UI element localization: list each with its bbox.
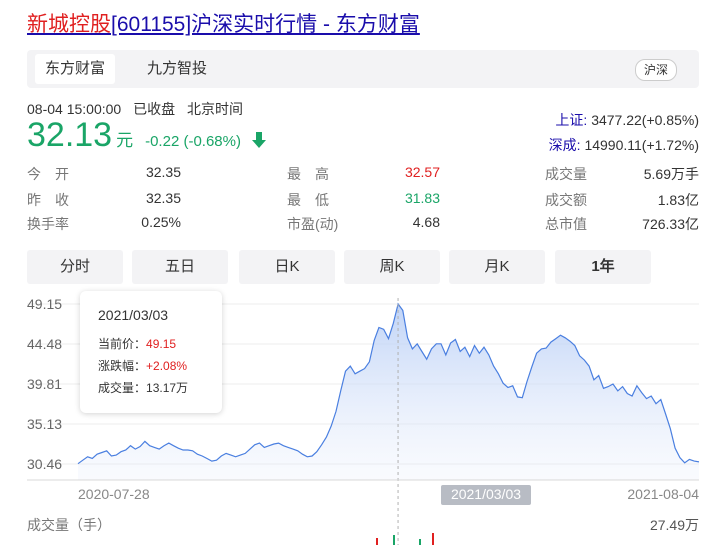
stat-pe-label: 市盈(动) [287,216,339,232]
tooltip-vol-row: 成交量：13.17万 [98,379,188,396]
stat-amount: 成交额 1.83亿 [545,190,699,208]
title-rest: [601155]沪深实时行情 - 东方财富 [111,13,420,36]
tooltip-price-row: 当前价：49.15 [98,335,176,352]
chart-tooltip: 2021/03/03 当前价：49.15 涨跌幅：+2.08% 成交量：13.1… [80,291,222,413]
index-shenzhen-value: 14990.11(+1.72%) [584,137,699,153]
stat-open-label: 今 开 [27,166,69,182]
y-tick-label: 39.81 [27,376,62,392]
stat-prev-close: 昨 收 32.35 [27,190,181,208]
x-tick-end: 2021-08-04 [627,486,699,502]
index-shanghai-value: 3477.22(+0.85%) [591,112,699,128]
y-tick-label: 35.13 [27,416,62,432]
y-tick-label: 49.15 [27,296,62,312]
stat-market-cap-value: 726.33亿 [642,216,699,232]
stat-market-cap: 总市值 726.33亿 [545,214,699,232]
stock-name: 新城控股 [27,13,111,36]
tooltip-date: 2021/03/03 [98,307,169,323]
x-tick-hover: 2021/03/03 [451,486,521,502]
tab-one-year[interactable]: 1年 [555,250,651,284]
tab-eastmoney[interactable]: 东方财富 [35,54,116,84]
down-arrow-icon [251,131,267,154]
current-price: 32.13 [27,116,113,154]
stat-volume: 成交量 5.69万手 [545,164,699,182]
stat-pe-value: 4.68 [412,214,440,230]
stat-pe: 市盈(动) 4.68 [287,214,440,232]
quote-status: 已收盘 [133,101,176,117]
quote-timezone: 北京时间 [186,101,243,117]
tooltip-vol-label: 成交量： [98,381,147,395]
tooltip-pct-label: 涨跌幅： [98,359,147,373]
tooltip-pct: +2.08% [146,359,188,373]
stat-market-cap-label: 总市值 [545,216,587,232]
tab-daily-k[interactable]: 日K [239,250,335,284]
y-axis-labels: 49.15 44.48 39.81 35.13 30.46 [27,296,62,472]
volume-label: 成交量（手） [27,517,111,533]
stat-low-label: 最 低 [287,192,329,208]
index-shenzhen: 深成: 14990.11(+1.72%) [549,135,699,155]
tab-five-day[interactable]: 五日 [132,250,228,284]
stat-turnover-rate: 换手率 0.25% [27,214,181,232]
index-shanghai: 上证: 3477.22(+0.85%) [555,110,699,130]
tab-monthly-k[interactable]: 月K [449,250,545,284]
stat-high-label: 最 高 [287,166,329,182]
x-tick-start: 2020-07-28 [78,486,150,502]
volume-bar [419,539,421,545]
stat-amount-label: 成交额 [545,192,587,208]
tooltip-price-label: 当前价： [98,337,147,351]
y-tick-label: 30.46 [27,456,62,472]
stat-prev-close-value: 32.35 [145,190,181,206]
index-shanghai-link[interactable]: 上证: [555,112,587,128]
stat-turnover-rate-label: 换手率 [27,216,69,232]
tab-intraday[interactable]: 分时 [27,250,123,284]
tooltip-vol: 13.17万 [146,381,189,395]
volume-bar [376,538,378,545]
tab-weekly-k[interactable]: 周K [344,250,440,284]
stat-prev-close-label: 昨 收 [27,192,69,208]
stat-volume-label: 成交量 [545,166,587,182]
stat-turnover-rate-value: 0.25% [141,214,181,230]
tooltip-price: 49.15 [146,337,177,351]
quote-timestamp: 08-04 15:00:00 [27,101,122,117]
volume-bar [432,533,434,545]
y-tick-label: 44.48 [27,336,62,352]
volume-max: 27.49万 [649,517,699,533]
market-button[interactable]: 沪深 [634,59,677,81]
page-title-link[interactable]: 新城控股[601155]沪深实时行情 - 东方财富 [27,8,420,38]
stat-volume-value: 5.69万手 [643,166,699,182]
stat-high: 最 高 32.57 [287,164,440,182]
tooltip-pct-row: 涨跌幅：+2.08% [98,357,187,374]
volume-bar [393,535,395,545]
stat-open-value: 32.35 [145,164,181,180]
stat-low-value: 31.83 [404,190,440,206]
stat-low: 最 低 31.83 [287,190,440,208]
tab-jiufang[interactable]: 九方智投 [137,54,217,84]
source-tab-bar: 东方财富 九方智投 沪深 [27,50,699,88]
price-change: -0.22 (-0.68%) [145,133,241,150]
stat-open: 今 开 32.35 [27,164,181,182]
index-shenzhen-link[interactable]: 深成: [549,137,581,153]
stat-high-value: 32.57 [404,164,440,180]
stat-amount-value: 1.83亿 [657,192,699,208]
price-row: 32.13 元 -0.22 (-0.68%) [27,116,267,156]
price-unit: 元 [116,131,134,150]
